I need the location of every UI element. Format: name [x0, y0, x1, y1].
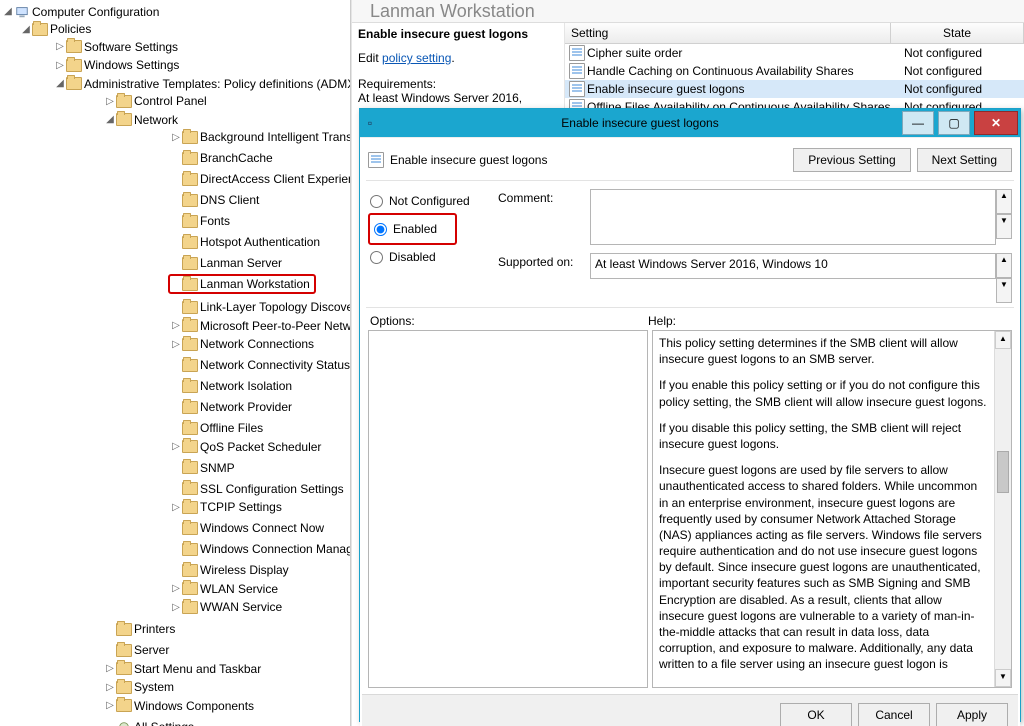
column-setting[interactable]: Setting [565, 23, 891, 43]
comment-spin-down[interactable]: ▼ [996, 214, 1012, 239]
tree-network-item[interactable]: Windows Connection Manager [170, 541, 351, 557]
requirements-text: At least Windows Server 2016, [358, 91, 558, 105]
tree-network-item[interactable]: ▷Network Connections [170, 336, 314, 352]
tree-policies[interactable]: ◢Policies [20, 21, 91, 37]
policy-icon [368, 152, 384, 168]
tree-label: Computer Configuration [32, 5, 159, 19]
help-paragraph: This policy setting determines if the SM… [659, 335, 988, 367]
tree-network-item[interactable]: Lanman Server [170, 255, 282, 271]
comment-field[interactable] [590, 189, 996, 245]
edit-policy-link[interactable]: policy setting [382, 51, 451, 65]
tree-network-item[interactable]: Network Isolation [170, 378, 292, 394]
dialog-title: Enable insecure guest logons [380, 116, 900, 130]
help-paragraph: If you disable this policy setting, the … [659, 420, 988, 452]
tree-network-item[interactable]: Windows Connect Now [170, 520, 324, 536]
page-heading: Lanman Workstation [352, 0, 1024, 23]
tree-server[interactable]: Server [104, 642, 169, 658]
help-panel: This policy setting determines if the SM… [652, 330, 1012, 688]
tree-network-item[interactable]: Network Provider [170, 399, 292, 415]
scroll-thumb[interactable] [997, 451, 1009, 493]
supported-label: Supported on: [498, 253, 590, 269]
previous-setting-button[interactable]: Previous Setting [793, 148, 910, 172]
tree-network[interactable]: ◢Network [104, 112, 178, 128]
maximize-button[interactable]: ▢ [938, 111, 970, 135]
minimize-button[interactable]: — [902, 111, 934, 135]
help-label: Help: [648, 314, 676, 328]
setting-icon [569, 63, 585, 79]
tree-network-item[interactable]: Offline Files [170, 420, 263, 436]
tree-printers[interactable]: Printers [104, 621, 175, 637]
tree-network-item[interactable]: Network Connectivity Status Indicator [170, 357, 351, 373]
tree-admin-templates[interactable]: ◢Administrative Templates: Policy defini… [54, 76, 351, 92]
comment-spin-up[interactable]: ▲ [996, 189, 1012, 214]
supported-spin-down[interactable]: ▼ [996, 278, 1012, 303]
tree-network-item[interactable]: ▷TCPIP Settings [170, 499, 282, 515]
options-label: Options: [370, 314, 648, 328]
tree-all-settings[interactable]: All Settings [104, 719, 194, 726]
setting-icon [569, 81, 585, 97]
column-state[interactable]: State [891, 23, 1024, 43]
navigation-tree[interactable]: ◢ Computer Configuration ◢Policies ▷Soft… [0, 0, 351, 726]
tree-start-menu[interactable]: ▷Start Menu and Taskbar [104, 661, 261, 677]
options-panel [368, 330, 648, 688]
tree-computer-configuration[interactable]: ◢ Computer Configuration [2, 4, 159, 20]
dialog-heading: Enable insecure guest logons [390, 153, 547, 167]
tree-network-item[interactable]: DNS Client [170, 192, 259, 208]
tree-network-item[interactable]: Lanman Workstation [168, 274, 316, 294]
setting-icon [569, 45, 585, 61]
tree-system[interactable]: ▷System [104, 679, 174, 695]
apply-button[interactable]: Apply [936, 703, 1008, 726]
ok-button[interactable]: OK [780, 703, 852, 726]
tree-network-item[interactable]: BranchCache [170, 150, 273, 166]
scroll-up-icon[interactable]: ▲ [995, 331, 1011, 349]
table-row[interactable]: Handle Caching on Continuous Availabilit… [565, 62, 1024, 80]
tree-software-settings[interactable]: ▷Software Settings [54, 39, 178, 55]
tree-network-item[interactable]: Wireless Display [170, 562, 289, 578]
radio-not-configured[interactable]: Not Configured [368, 189, 498, 213]
computer-icon [14, 5, 30, 19]
tree-network-item[interactable]: ▷WWAN Service [170, 599, 282, 615]
policy-dialog: ▫ Enable insecure guest logons — ▢ ✕ Ena… [359, 108, 1021, 722]
tree-network-item[interactable]: SSL Configuration Settings [170, 481, 344, 497]
tree-network-item[interactable]: Link-Layer Topology Discovery [170, 299, 351, 315]
tree-network-item[interactable]: ▷Background Intelligent Transfer Service… [170, 129, 351, 145]
next-setting-button[interactable]: Next Setting [917, 148, 1012, 172]
tree-windows-settings[interactable]: ▷Windows Settings [54, 57, 179, 73]
supported-spin-up[interactable]: ▲ [996, 253, 1012, 278]
tree-network-item[interactable]: Fonts [170, 213, 230, 229]
settings-icon [116, 720, 132, 726]
comment-label: Comment: [498, 189, 590, 205]
tree-network-item[interactable]: ▷Microsoft Peer-to-Peer Networking Servi… [170, 318, 351, 334]
help-paragraph: Insecure guest logons are used by file s… [659, 462, 988, 672]
tree-control-panel[interactable]: ▷Control Panel [104, 93, 207, 109]
table-row[interactable]: Cipher suite orderNot configured [565, 44, 1024, 62]
help-paragraph: If you enable this policy setting or if … [659, 377, 988, 409]
tree-network-item[interactable]: SNMP [170, 460, 235, 476]
table-row[interactable]: Enable insecure guest logonsNot configur… [565, 80, 1024, 98]
help-scrollbar[interactable]: ▲ ▼ [994, 331, 1011, 687]
radio-enabled[interactable]: Enabled [372, 217, 437, 241]
tree-network-item[interactable]: ▷QoS Packet Scheduler [170, 439, 321, 455]
radio-disabled[interactable]: Disabled [368, 245, 498, 269]
tree-network-item[interactable]: ▷WLAN Service [170, 581, 278, 597]
dialog-titlebar[interactable]: ▫ Enable insecure guest logons — ▢ ✕ [360, 109, 1020, 137]
dialog-icon: ▫ [360, 116, 380, 130]
scroll-down-icon[interactable]: ▼ [995, 669, 1011, 687]
supported-field: At least Windows Server 2016, Windows 10 [590, 253, 996, 279]
selected-policy-title: Enable insecure guest logons [358, 27, 528, 41]
cancel-button[interactable]: Cancel [858, 703, 930, 726]
tree-network-item[interactable]: Hotspot Authentication [170, 234, 320, 250]
close-button[interactable]: ✕ [974, 111, 1018, 135]
requirements-label: Requirements: [358, 77, 558, 91]
tree-windows-components[interactable]: ▷Windows Components [104, 698, 254, 714]
tree-network-item[interactable]: DirectAccess Client Experience Settings [170, 171, 351, 187]
